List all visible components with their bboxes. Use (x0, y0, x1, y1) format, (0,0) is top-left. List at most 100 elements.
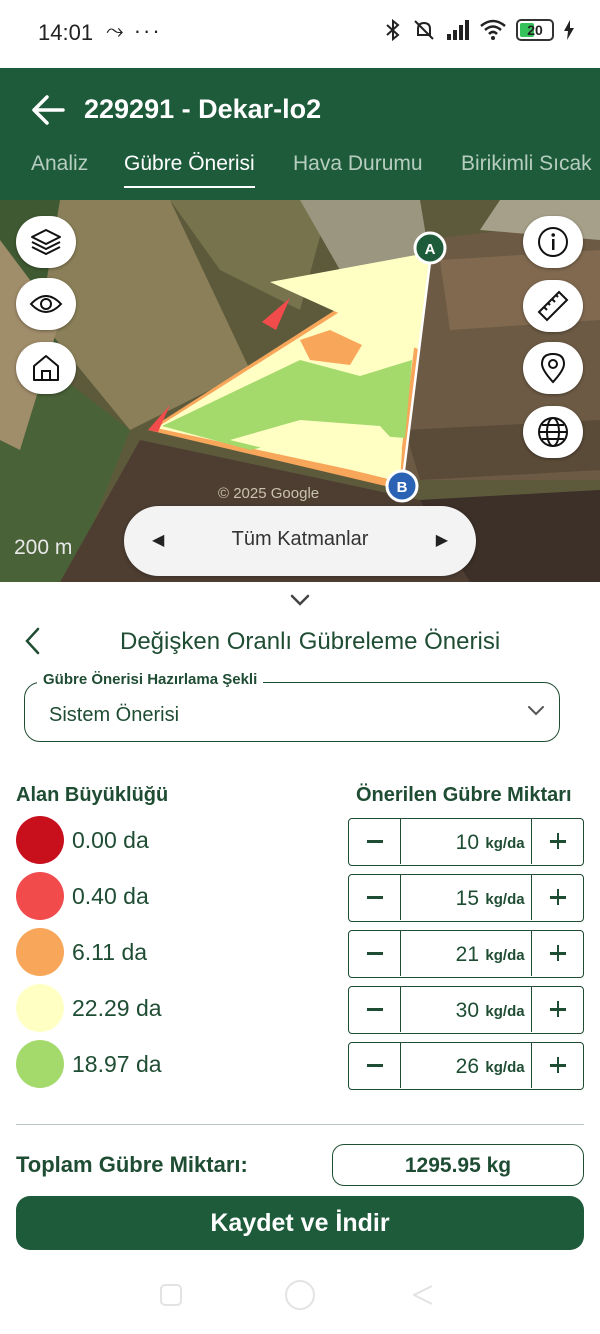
amount-column-header: Önerilen Gübre Miktarı (356, 784, 572, 806)
map-scale: 200 m (14, 536, 73, 559)
marker-a-label: A (425, 241, 436, 258)
page-title: 229291 - Dekar-lo2 (84, 94, 322, 124)
chevron-left-icon[interactable] (22, 626, 44, 656)
ruler-icon (537, 290, 569, 322)
increase-button[interactable] (531, 931, 583, 976)
battery-icon: 20 (516, 19, 554, 41)
chevron-down-icon (528, 706, 544, 716)
amount-stepper: 15 kg/da (348, 874, 584, 922)
status-right: 20 (384, 18, 574, 42)
total-amount-value: 1295.95 kg (404, 1154, 512, 1177)
status-notification-icons: ⤳ ··· (106, 18, 162, 43)
zone-color-swatch (16, 816, 64, 864)
next-layer-button[interactable]: ▶ (436, 530, 448, 550)
info-icon (538, 227, 568, 257)
map-watermark: © 2025 Google (218, 485, 319, 502)
layers-icon (31, 229, 61, 255)
select-legend: Gübre Önerisi Hazırlama Şekli (37, 671, 264, 688)
tab-bar: Analiz Gübre Önerisi Hava Durumu Birikim… (0, 152, 600, 200)
area-column-header: Alan Büyüklüğü (16, 784, 169, 806)
save-and-download-button[interactable]: Kaydet ve İndir (16, 1196, 584, 1250)
amount-stepper: 10 kg/da (348, 818, 584, 866)
signal-icon (447, 20, 469, 40)
decrease-button[interactable] (349, 931, 401, 976)
increase-button[interactable] (531, 875, 583, 920)
increase-button[interactable] (531, 987, 583, 1032)
amount-value[interactable]: 26 (401, 1055, 479, 1079)
amount-stepper: 21 kg/da (348, 930, 584, 978)
tab-hava-durumu[interactable]: Hava Durumu (293, 152, 423, 188)
measure-button[interactable] (523, 280, 583, 332)
layer-switcher-label: Tüm Katmanlar (231, 528, 369, 550)
panel-title: Değişken Oranlı Gübreleme Önerisi (120, 628, 501, 655)
globe-icon (538, 417, 568, 447)
bluetooth-icon (386, 18, 400, 42)
zone-row: 22.29 da 30 kg/da (0, 982, 600, 1034)
amount-unit: kg/da (485, 1059, 525, 1076)
zone-row: 0.00 da 10 kg/da (0, 814, 600, 866)
amount-unit: kg/da (485, 891, 525, 908)
zone-color-swatch (16, 1040, 64, 1088)
info-button[interactable] (523, 216, 583, 268)
charging-icon (564, 20, 574, 40)
save-button-label: Kaydet ve İndir (210, 1209, 390, 1237)
layers-button[interactable] (16, 216, 76, 268)
app-header: 229291 - Dekar-lo2 Analiz Gübre Önerisi … (0, 68, 600, 200)
amount-unit: kg/da (485, 947, 525, 964)
amount-value[interactable]: 10 (401, 831, 479, 855)
zone-area: 22.29 da (72, 995, 162, 1021)
visibility-button[interactable] (16, 278, 76, 330)
increase-button[interactable] (531, 819, 583, 864)
zone-area: 0.00 da (72, 827, 149, 853)
total-amount-box: 1295.95 kg (332, 1144, 584, 1186)
amount-value[interactable]: 21 (401, 943, 479, 967)
increase-button[interactable] (531, 1043, 583, 1088)
tab-analiz[interactable]: Analiz (31, 152, 88, 188)
decrease-button[interactable] (349, 987, 401, 1032)
recent-apps-icon[interactable] (158, 1282, 184, 1308)
tab-birikimli-sicaklik[interactable]: Birikimli Sıcak (461, 152, 592, 188)
select-value: Sistem Önerisi (49, 704, 180, 726)
globe-button[interactable] (523, 406, 583, 458)
amount-stepper: 26 kg/da (348, 1042, 584, 1090)
amount-stepper: 30 kg/da (348, 986, 584, 1034)
location-pin-icon (540, 352, 566, 384)
home-button[interactable] (16, 342, 76, 394)
battery-level: 20 (527, 22, 543, 38)
zone-row: 18.97 da 26 kg/da (0, 1038, 600, 1090)
field-map[interactable]: A B © 2025 Google 200 m ◀ Tüm Katmanlar … (0, 200, 600, 582)
zone-row: 6.11 da 21 kg/da (0, 926, 600, 978)
decrease-button[interactable] (349, 819, 401, 864)
divider (16, 1124, 584, 1125)
zone-color-swatch (16, 928, 64, 976)
amount-value[interactable]: 15 (401, 887, 479, 911)
zone-area: 6.11 da (72, 939, 148, 965)
amount-unit: kg/da (485, 835, 525, 852)
system-nav-bar (0, 1262, 600, 1334)
zone-color-swatch (16, 872, 64, 920)
home-icon (33, 355, 59, 381)
chevron-down-icon[interactable] (288, 592, 312, 608)
home-nav-icon[interactable] (283, 1278, 317, 1312)
amount-unit: kg/da (485, 1003, 525, 1020)
zone-row: 0.40 da 15 kg/da (0, 870, 600, 922)
status-time: 14:01 (38, 20, 94, 45)
zone-area: 18.97 da (72, 1051, 162, 1077)
location-button[interactable] (523, 342, 583, 394)
decrease-button[interactable] (349, 1043, 401, 1088)
wifi-icon (480, 19, 506, 40)
layer-switcher: ◀ Tüm Katmanlar ▶ (124, 506, 476, 576)
total-label: Toplam Gübre Miktarı: (16, 1152, 248, 1177)
zone-color-swatch (16, 984, 64, 1032)
zone-area: 0.40 da (72, 883, 149, 909)
preparation-method-select[interactable]: Gübre Önerisi Hazırlama Şekli Sistem Öne… (24, 671, 560, 742)
marker-b-label: B (397, 479, 408, 496)
mute-icon (414, 20, 434, 40)
amount-value[interactable]: 30 (401, 999, 479, 1023)
status-bar: 14:01 ⤳ ··· 20 (0, 0, 600, 68)
back-nav-icon[interactable] (410, 1282, 436, 1308)
eye-icon (29, 295, 63, 313)
back-arrow-icon[interactable] (30, 92, 66, 128)
decrease-button[interactable] (349, 875, 401, 920)
tab-gubre-onerisi[interactable]: Gübre Önerisi (124, 152, 255, 188)
